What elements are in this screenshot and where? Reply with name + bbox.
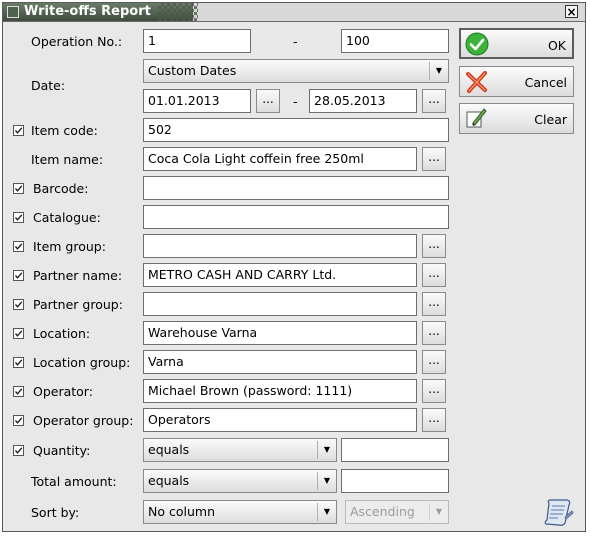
item-group-browse-button[interactable]: ...	[422, 234, 446, 258]
item-code-input[interactable]: 502	[143, 118, 449, 142]
window-title: Write-offs Report	[24, 4, 151, 19]
catalogue-label: Catalogue:	[33, 210, 101, 225]
location-browse-button[interactable]: ...	[422, 321, 446, 345]
barcode-checkbox[interactable]	[13, 183, 24, 194]
catalogue-checkbox[interactable]	[13, 212, 24, 223]
quantity-checkbox[interactable]	[13, 445, 24, 456]
eraser-icon	[466, 108, 487, 128]
operation-no-from-input[interactable]: 1	[143, 29, 251, 53]
checkmark-icon	[14, 388, 23, 395]
quantity-input[interactable]	[341, 438, 449, 462]
location-group-checkbox[interactable]	[13, 357, 24, 368]
partner-group-label: Partner group:	[33, 297, 123, 312]
item-group-checkbox[interactable]	[13, 241, 24, 252]
partner-name-label: Partner name:	[33, 268, 123, 283]
checkmark-icon	[14, 301, 23, 308]
checkmark-icon	[14, 214, 23, 221]
partner-group-checkbox[interactable]	[13, 299, 24, 310]
quantity-condition-value: equals	[148, 442, 190, 457]
item-group-label: Item group:	[33, 239, 106, 254]
red-x-icon	[466, 71, 487, 93]
catalogue-input[interactable]	[143, 205, 449, 229]
item-group-input[interactable]	[143, 234, 417, 258]
partner-name-browse-button[interactable]: ...	[422, 263, 446, 287]
date-to-input[interactable]: 28.05.2013	[309, 89, 417, 113]
clear-button[interactable]: Clear	[459, 103, 574, 134]
barcode-label: Barcode:	[33, 181, 89, 196]
operator-group-input[interactable]: Operators	[143, 408, 417, 432]
ok-button-label: OK	[547, 38, 566, 53]
location-label: Location:	[33, 326, 91, 341]
item-name-label: Item name:	[31, 152, 104, 167]
report-form: Operation No.: 1 - 100 Date: Custom Date…	[3, 22, 585, 531]
close-button[interactable]: ×	[565, 5, 578, 18]
sort-order-value: Ascending	[350, 504, 415, 519]
partner-group-input[interactable]	[143, 292, 417, 316]
partner-name-input[interactable]: METRO CASH AND CARRY Ltd.	[143, 263, 417, 287]
item-code-checkbox[interactable]	[13, 125, 24, 136]
sort-by-column-value: No column	[148, 504, 215, 519]
date-from-input[interactable]: 01.01.2013	[143, 89, 251, 113]
write-offs-report-window: Write-offs Report × Operation No.: 1 - 1…	[2, 2, 586, 532]
chevron-down-icon: ▼	[317, 472, 336, 490]
chevron-down-icon: ▼	[317, 441, 336, 459]
checkmark-icon	[14, 447, 23, 454]
clear-button-label: Clear	[534, 112, 567, 127]
sort-order-select: Ascending ▼	[345, 500, 449, 524]
location-group-input[interactable]: Varna	[143, 350, 417, 374]
operation-no-label: Operation No.:	[31, 34, 123, 49]
barcode-input[interactable]	[143, 176, 449, 200]
total-amount-condition-select[interactable]: equals ▼	[143, 469, 337, 493]
operator-browse-button[interactable]: ...	[422, 379, 446, 403]
operator-label: Operator:	[33, 384, 93, 399]
sort-by-label: Sort by:	[31, 505, 80, 520]
total-amount-label: Total amount:	[31, 474, 117, 489]
quantity-label: Quantity:	[33, 443, 91, 458]
cancel-button-label: Cancel	[524, 75, 567, 90]
green-check-icon	[465, 32, 489, 56]
operator-group-label: Operator group:	[33, 413, 134, 428]
date-range-value: Custom Dates	[148, 63, 237, 78]
title-pattern	[158, 3, 198, 21]
item-name-browse-button[interactable]: ...	[422, 147, 446, 171]
location-input[interactable]: Warehouse Varna	[143, 321, 417, 345]
operator-input[interactable]: Michael Brown (password: 1111)	[143, 379, 417, 403]
operator-group-browse-button[interactable]: ...	[422, 408, 446, 432]
total-amount-input[interactable]	[341, 469, 449, 493]
operation-no-to-input[interactable]: 100	[341, 29, 449, 53]
date-separator: -	[293, 94, 298, 109]
checkmark-icon	[14, 417, 23, 424]
date-from-picker-button[interactable]: ...	[256, 89, 280, 113]
checkmark-icon	[14, 359, 23, 366]
ok-button[interactable]: OK	[459, 28, 574, 59]
chevron-down-icon: ▼	[429, 62, 448, 80]
partner-group-browse-button[interactable]: ...	[422, 292, 446, 316]
partner-name-checkbox[interactable]	[13, 270, 24, 281]
checkmark-icon	[14, 127, 23, 134]
location-group-label: Location group:	[33, 355, 131, 370]
chevron-down-icon: ▼	[317, 503, 336, 521]
total-amount-condition-value: equals	[148, 473, 190, 488]
scroll-icon	[544, 499, 574, 526]
checkmark-icon	[14, 330, 23, 337]
item-name-input[interactable]: Coca Cola Light coffein free 250ml	[143, 147, 417, 171]
checkmark-icon	[14, 243, 23, 250]
location-checkbox[interactable]	[13, 328, 24, 339]
sort-by-column-select[interactable]: No column ▼	[143, 500, 337, 524]
date-to-picker-button[interactable]: ...	[422, 89, 446, 113]
window-menu-icon[interactable]	[7, 6, 19, 18]
operation-no-separator: -	[293, 34, 298, 49]
location-group-browse-button[interactable]: ...	[422, 350, 446, 374]
item-code-label: Item code:	[31, 123, 98, 138]
title-bar[interactable]: Write-offs Report ×	[3, 3, 585, 22]
quantity-condition-select[interactable]: equals ▼	[143, 438, 337, 462]
checkmark-icon	[14, 272, 23, 279]
cancel-button[interactable]: Cancel	[459, 66, 574, 97]
date-label: Date:	[31, 78, 66, 93]
date-range-select[interactable]: Custom Dates ▼	[143, 59, 449, 83]
operator-checkbox[interactable]	[13, 386, 24, 397]
checkmark-icon	[14, 185, 23, 192]
operator-group-checkbox[interactable]	[13, 415, 24, 426]
chevron-down-icon: ▼	[429, 503, 448, 521]
